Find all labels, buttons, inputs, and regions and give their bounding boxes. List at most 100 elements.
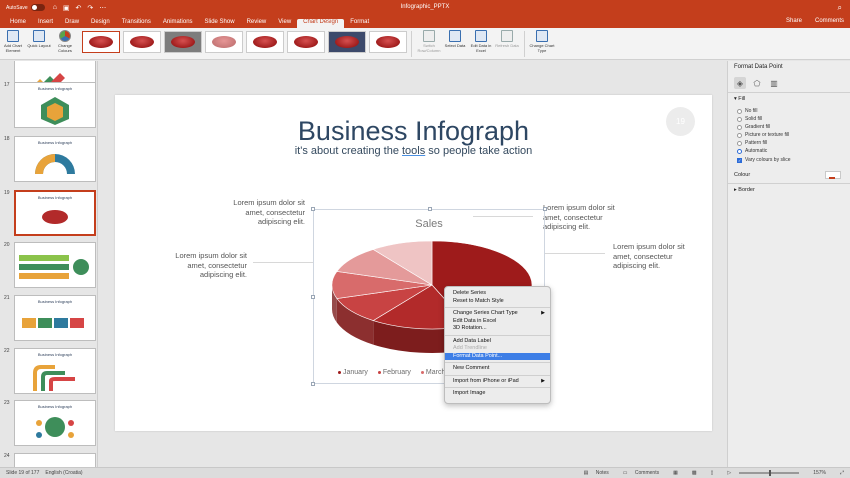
more-icon[interactable]: ⋯ — [99, 4, 106, 12]
change-chart-type-button[interactable]: Change Chart Type — [529, 30, 555, 53]
tab-review[interactable]: Review — [241, 19, 273, 28]
chart-style-6[interactable] — [287, 31, 325, 53]
save-icon[interactable]: ▣ — [63, 4, 70, 12]
select-data-button[interactable]: Select Data — [442, 30, 468, 48]
change-colours-button[interactable]: Change Colours — [52, 30, 78, 53]
slide-title[interactable]: Business Infograph — [115, 116, 712, 147]
slide-thumbnail[interactable]: 23 Business Infograph — [4, 400, 96, 446]
tab-chart-design[interactable]: Chart Design — [297, 19, 345, 28]
chart-style-1[interactable] — [82, 31, 120, 53]
tab-transitions[interactable]: Transitions — [116, 19, 157, 28]
pentagon-icon[interactable]: ⬠ — [751, 77, 763, 89]
tab-home[interactable]: Home — [4, 19, 32, 28]
chart-style-8[interactable] — [369, 31, 407, 53]
resize-handle[interactable] — [428, 207, 432, 211]
comments-status-button[interactable]: ▭ Comments — [623, 470, 659, 476]
slide-thumbnail-selected[interactable]: 19 Business Infograph — [4, 190, 96, 236]
fill-bucket-icon[interactable]: ◈ — [734, 77, 746, 89]
menu-item-import-from-iphone-or-ipad[interactable]: Import from iPhone or iPad ▶ — [445, 378, 550, 386]
slide-thumbnail[interactable]: 21 Business Infograph — [4, 295, 96, 341]
tab-slide-show[interactable]: Slide Show — [199, 19, 241, 28]
slide-sorter-icon[interactable]: ▩ — [692, 470, 697, 476]
slide-subtitle[interactable]: it's about creating the tools so people … — [115, 145, 712, 157]
tab-design[interactable]: Design — [85, 19, 116, 28]
menu-item-add-data-label[interactable]: Add Data Label — [445, 338, 550, 346]
resize-handle[interactable] — [311, 207, 315, 211]
undo-icon[interactable]: ↶ — [76, 4, 82, 12]
slide-thumbnail[interactable]: 22 Business Infograph — [4, 348, 96, 394]
slideshow-view-icon[interactable]: ▷ — [727, 470, 731, 476]
slide-thumbnail[interactable]: 24 — [4, 453, 96, 467]
bar-chart-icon[interactable]: ▥ — [768, 77, 780, 89]
pattern-fill-option[interactable]: Pattern fill — [737, 140, 767, 146]
tab-animations[interactable]: Animations — [157, 19, 199, 28]
menu-item-3d-rotation[interactable]: 3D Rotation... — [445, 325, 550, 333]
notes-button[interactable]: ▤ Notes — [584, 470, 609, 476]
menu-item-change-series-chart-type[interactable]: Change Series Chart Type ▶ — [445, 310, 550, 318]
chart-title[interactable]: Sales — [314, 218, 544, 230]
tab-draw[interactable]: Draw — [59, 19, 85, 28]
radio-button-selected[interactable] — [737, 148, 742, 154]
context-menu[interactable]: Delete Series Reset to Match Style Change … — [444, 286, 551, 404]
chart-style-7[interactable] — [328, 31, 366, 53]
menu-item-reset-to-match-style[interactable]: Reset to Match Style — [445, 298, 550, 306]
fit-slide-icon[interactable]: ⤢ — [840, 470, 844, 476]
chart-style-5[interactable] — [246, 31, 284, 53]
chart-style-4[interactable] — [205, 31, 243, 53]
menu-item-delete-series[interactable]: Delete Series — [445, 290, 550, 298]
normal-view-icon[interactable]: ▦ — [673, 470, 678, 476]
refresh-data-button[interactable]: Refresh Data — [494, 30, 520, 48]
switch-row-column-button[interactable]: Switch Row/Column — [416, 30, 442, 53]
language-indicator[interactable]: English (Croatia) — [45, 470, 82, 476]
edit-data-in-excel-button[interactable]: Edit Data in Excel — [468, 30, 494, 53]
lorem-text-mid-right[interactable]: Lorem ipsum dolor sit amet, consectetur … — [613, 242, 693, 271]
zoom-slider[interactable] — [739, 470, 800, 476]
menu-item-edit-data-in-excel[interactable]: Edit Data in Excel — [445, 318, 550, 326]
checkbox-checked[interactable]: ✓ — [737, 157, 742, 163]
lorem-text-top-left[interactable]: Lorem ipsum dolor sit amet, consectetur … — [218, 198, 305, 227]
home-icon[interactable]: ⌂ — [53, 4, 57, 12]
tab-view[interactable]: View — [272, 19, 297, 28]
zoom-level[interactable]: 157% — [813, 470, 826, 476]
resize-handle[interactable] — [311, 382, 315, 386]
vary-colours-checkbox[interactable]: ✓ Vary colours by slice — [737, 157, 790, 163]
radio-button[interactable] — [737, 116, 742, 122]
radio-button[interactable] — [737, 108, 742, 114]
chart-style-2[interactable] — [123, 31, 161, 53]
fill-section-header[interactable]: ▾ Fill — [734, 96, 745, 102]
slide-thumbnail[interactable]: 18 Business Infograph — [4, 136, 96, 182]
gradient-fill-option[interactable]: Gradient fill — [737, 124, 770, 130]
colour-picker-button[interactable] — [825, 171, 841, 179]
border-section-header[interactable]: ▸ Border — [734, 187, 755, 193]
quick-layout-button[interactable]: Quick Layout — [26, 30, 52, 48]
tab-format[interactable]: Format — [344, 19, 375, 28]
slide-canvas[interactable]: Business Infograph it's about creating t… — [115, 95, 712, 431]
solid-fill-option[interactable]: Solid fill — [737, 116, 762, 122]
autosave-control[interactable]: AutoSave — [6, 4, 45, 11]
chart-legend[interactable]: January February March — [338, 369, 445, 376]
share-button[interactable]: Share — [786, 18, 802, 24]
search-icon[interactable]: ⌕ — [838, 3, 842, 13]
menu-item-new-comment[interactable]: New Comment — [445, 365, 550, 373]
slide-thumbnail[interactable]: 20 — [4, 242, 96, 288]
lorem-text-mid-left[interactable]: Lorem ipsum dolor sit amet, consectetur … — [161, 251, 247, 280]
tab-insert[interactable]: Insert — [32, 19, 59, 28]
radio-button[interactable] — [737, 124, 742, 130]
radio-button[interactable] — [737, 140, 742, 146]
no-fill-option[interactable]: No fill — [737, 108, 758, 114]
chart-style-3[interactable] — [164, 31, 202, 53]
picture-fill-option[interactable]: Picture or texture fill — [737, 132, 789, 138]
lorem-text-top-right[interactable]: Lorem ipsum dolor sit amet, consectetur … — [543, 203, 618, 232]
redo-icon[interactable]: ↷ — [87, 4, 93, 12]
menu-item-format-data-point[interactable]: Format Data Point... — [445, 352, 550, 360]
autosave-toggle[interactable] — [30, 4, 45, 11]
add-chart-element-button[interactable]: Add Chart Element — [0, 30, 26, 53]
radio-button[interactable] — [737, 132, 742, 138]
slide-thumbnail-pane[interactable]: 17 Business Infograph 18 Business Infogr… — [0, 61, 98, 467]
slide-thumbnail[interactable]: 17 Business Infograph — [4, 82, 96, 128]
automatic-fill-option[interactable]: Automatic — [737, 148, 767, 154]
menu-item-import-image[interactable]: Import Image — [445, 390, 550, 398]
resize-handle[interactable] — [543, 207, 547, 211]
reading-view-icon[interactable]: ▯ — [711, 470, 714, 476]
comments-button[interactable]: Comments — [815, 18, 844, 24]
